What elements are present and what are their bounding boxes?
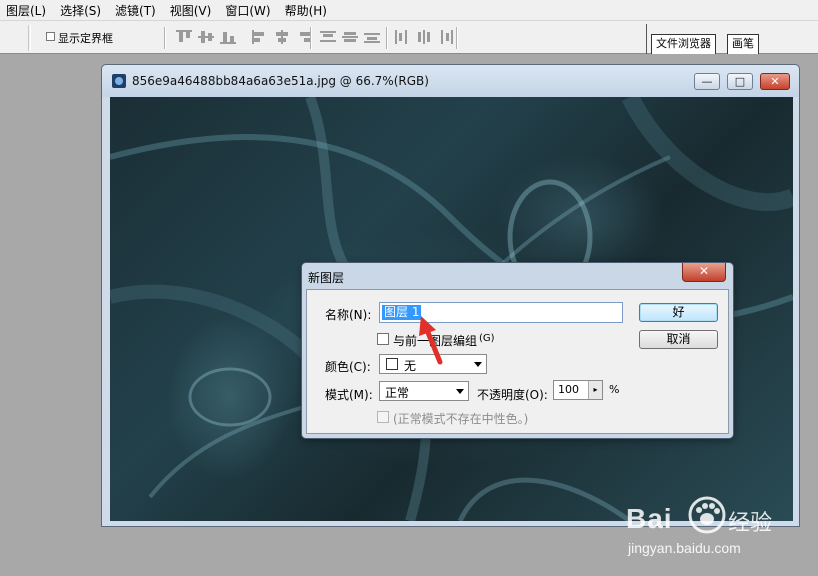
distribute-h-group — [394, 30, 454, 44]
watermark-logo: Bai — [626, 503, 673, 534]
distribute-left-icon[interactable] — [394, 30, 410, 44]
align-left-icon[interactable] — [252, 30, 268, 44]
minimize-icon: — — [701, 75, 713, 88]
menu-layer[interactable]: 图层(L) — [6, 2, 46, 19]
align-bottom-icon[interactable] — [220, 30, 236, 44]
color-label: 颜色(C): — [325, 360, 371, 374]
menu-help[interactable]: 帮助(H) — [285, 2, 327, 19]
opacity-label: 不透明度(O): — [477, 388, 548, 402]
close-button[interactable]: ✕ — [760, 73, 790, 90]
mode-select[interactable]: 正常 — [379, 381, 469, 401]
maximize-button[interactable]: □ — [727, 73, 753, 90]
distribute-v-group — [320, 30, 380, 44]
distribute-bottom-icon[interactable] — [364, 30, 380, 44]
chevron-down-icon — [456, 389, 464, 394]
toolbar-grip[interactable] — [28, 25, 31, 51]
align-vcenter-icon[interactable] — [198, 30, 214, 44]
neutral-color-checkbox[interactable] — [377, 411, 389, 423]
menu-filter[interactable]: 滤镜(T) — [115, 2, 156, 19]
opacity-input[interactable]: 100 ▸ — [553, 380, 603, 400]
watermark-paw-icon — [688, 496, 726, 534]
menu-view[interactable]: 视图(V) — [170, 2, 212, 19]
minimize-button[interactable]: — — [694, 73, 720, 90]
align-hcenter-icon[interactable] — [274, 30, 290, 44]
document-titlebar[interactable]: 856e9a46488bb84a6a63e51a.jpg @ 66.7%(RGB… — [102, 65, 799, 97]
align-group — [176, 30, 312, 44]
menu-select[interactable]: 选择(S) — [60, 2, 101, 19]
cancel-button[interactable]: 取消 — [639, 330, 718, 349]
separator — [386, 27, 388, 49]
mode-value: 正常 — [385, 386, 410, 400]
name-label: 名称(N): — [325, 308, 372, 322]
show-bounds-label: 显示定界框 — [58, 32, 113, 45]
color-value: 无 — [404, 359, 417, 373]
distribute-vcenter-icon[interactable] — [342, 30, 358, 44]
separator — [310, 27, 312, 49]
group-with-previous-checkbox[interactable] — [377, 333, 389, 345]
opacity-stepper-icon[interactable]: ▸ — [588, 381, 602, 399]
show-bounds-checkbox[interactable] — [46, 32, 55, 41]
dialog-body: 名称(N): 图层 1 与前一图层编组 (G) 颜色(C): 无 模式(M): … — [306, 289, 729, 434]
separator — [164, 27, 166, 49]
tab-brushes[interactable]: 画笔 — [727, 34, 759, 54]
menu-window[interactable]: 窗口(W) — [225, 2, 270, 19]
distribute-right-icon[interactable] — [438, 30, 454, 44]
layer-name-input[interactable]: 图层 1 — [379, 302, 623, 323]
mode-label: 模式(M): — [325, 388, 373, 402]
distribute-top-icon[interactable] — [320, 30, 336, 44]
tab-file-browser[interactable]: 文件浏览器 — [651, 34, 716, 54]
group-shortcut: (G) — [479, 333, 495, 344]
document-title: 856e9a46488bb84a6a63e51a.jpg @ 66.7%(RGB… — [132, 74, 429, 88]
close-icon: ✕ — [698, 264, 710, 278]
photoshop-document-icon — [112, 74, 126, 88]
menu-bar: 图层(L) 选择(S) 滤镜(T) 视图(V) 窗口(W) 帮助(H) — [0, 0, 818, 20]
opacity-value: 100 — [558, 383, 579, 396]
palette-well: 文件浏览器 画笔 — [646, 24, 818, 54]
neutral-color-label: (正常模式不存在中性色。) — [393, 412, 529, 426]
align-top-icon[interactable] — [176, 30, 192, 44]
close-icon: ✕ — [770, 75, 780, 88]
color-select[interactable]: 无 — [379, 354, 487, 374]
distribute-hcenter-icon[interactable] — [416, 30, 432, 44]
watermark-jingyan: 经验 — [728, 511, 773, 536]
ok-button[interactable]: 好 — [639, 303, 718, 322]
watermark-url: jingyan.baidu.com — [628, 540, 741, 556]
new-layer-dialog: 新图层 ✕ 名称(N): 图层 1 与前一图层编组 (G) 颜色(C): 无 模… — [301, 262, 734, 439]
color-swatch — [386, 358, 398, 370]
maximize-icon: □ — [734, 75, 746, 88]
chevron-down-icon — [474, 362, 482, 367]
dialog-title: 新图层 — [308, 271, 345, 285]
group-with-previous-label: 与前一图层编组 — [393, 334, 478, 348]
opacity-unit: % — [609, 383, 620, 396]
layer-name-value: 图层 1 — [382, 305, 422, 320]
separator — [456, 27, 458, 49]
dialog-close-button[interactable]: ✕ — [682, 263, 726, 282]
